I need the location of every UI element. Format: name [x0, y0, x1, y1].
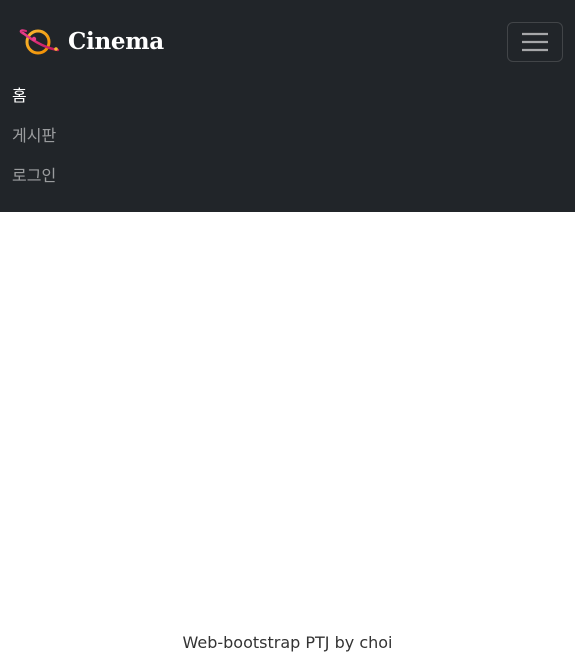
footer-text: Web-bootstrap PTJ by choi	[182, 633, 393, 652]
nav-item-login: 로그인	[12, 156, 56, 196]
nav-menu: 홈 게시판 로그인	[12, 76, 56, 196]
page: Cinema 홈 게시판 로그인 Web-bootstrap PTJ by ch…	[0, 0, 575, 655]
brand-link[interactable]: Cinema	[18, 26, 164, 58]
nav-link-login[interactable]: 로그인	[12, 156, 56, 196]
footer: Web-bootstrap PTJ by choi	[0, 626, 575, 655]
brand-name: Cinema	[68, 28, 164, 55]
planet-icon	[19, 29, 60, 55]
nav-link-board[interactable]: 게시판	[12, 116, 56, 156]
nav-item-home: 홈	[12, 76, 56, 116]
nav-link-home[interactable]: 홈	[12, 76, 56, 116]
hamburger-menu-icon	[522, 32, 548, 52]
nav-item-board: 게시판	[12, 116, 56, 156]
top-navbar: Cinema 홈 게시판 로그인	[0, 0, 575, 212]
navbar-toggle-button[interactable]	[507, 22, 563, 62]
